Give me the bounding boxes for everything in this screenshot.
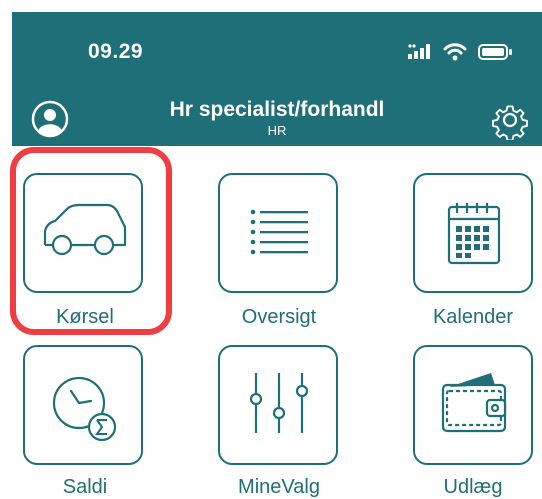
menu-label-minevalg: MineValg bbox=[238, 476, 320, 498]
page-subtitle: HR bbox=[267, 123, 287, 138]
menu-label-korsel: Kørsel bbox=[56, 306, 114, 328]
app-header: 09.29 Hr specialist/forhandl HR bbox=[12, 12, 542, 146]
calendar-icon bbox=[447, 203, 501, 265]
menu-tile-korsel[interactable] bbox=[23, 173, 143, 293]
menu-tile-oversigt[interactable] bbox=[218, 173, 338, 293]
page-title: Hr specialist/forhandl bbox=[169, 98, 385, 121]
menu-tile-udlaeg[interactable] bbox=[413, 345, 533, 465]
status-time: 09.29 bbox=[88, 40, 144, 63]
wifi-icon bbox=[443, 43, 467, 61]
menu-tile-kalender[interactable] bbox=[413, 173, 533, 293]
menu-label-udlaeg: Udlæg bbox=[443, 476, 503, 498]
battery-icon bbox=[478, 44, 512, 60]
list-icon bbox=[250, 209, 308, 255]
menu-tile-minevalg[interactable] bbox=[218, 345, 338, 465]
menu-label-oversigt: Oversigt bbox=[241, 306, 317, 328]
signal-icon bbox=[408, 44, 430, 59]
wallet-icon bbox=[441, 373, 507, 433]
gear-icon bbox=[492, 105, 528, 142]
menu-label-saldi: Saldi bbox=[62, 476, 108, 498]
menu-tile-saldi[interactable] bbox=[23, 345, 143, 465]
car-icon bbox=[43, 203, 127, 256]
clock-sum-icon bbox=[52, 376, 117, 442]
settings-button[interactable] bbox=[490, 100, 530, 142]
menu-label-kalender: Kalender bbox=[432, 306, 514, 328]
sliders-icon bbox=[249, 373, 309, 433]
